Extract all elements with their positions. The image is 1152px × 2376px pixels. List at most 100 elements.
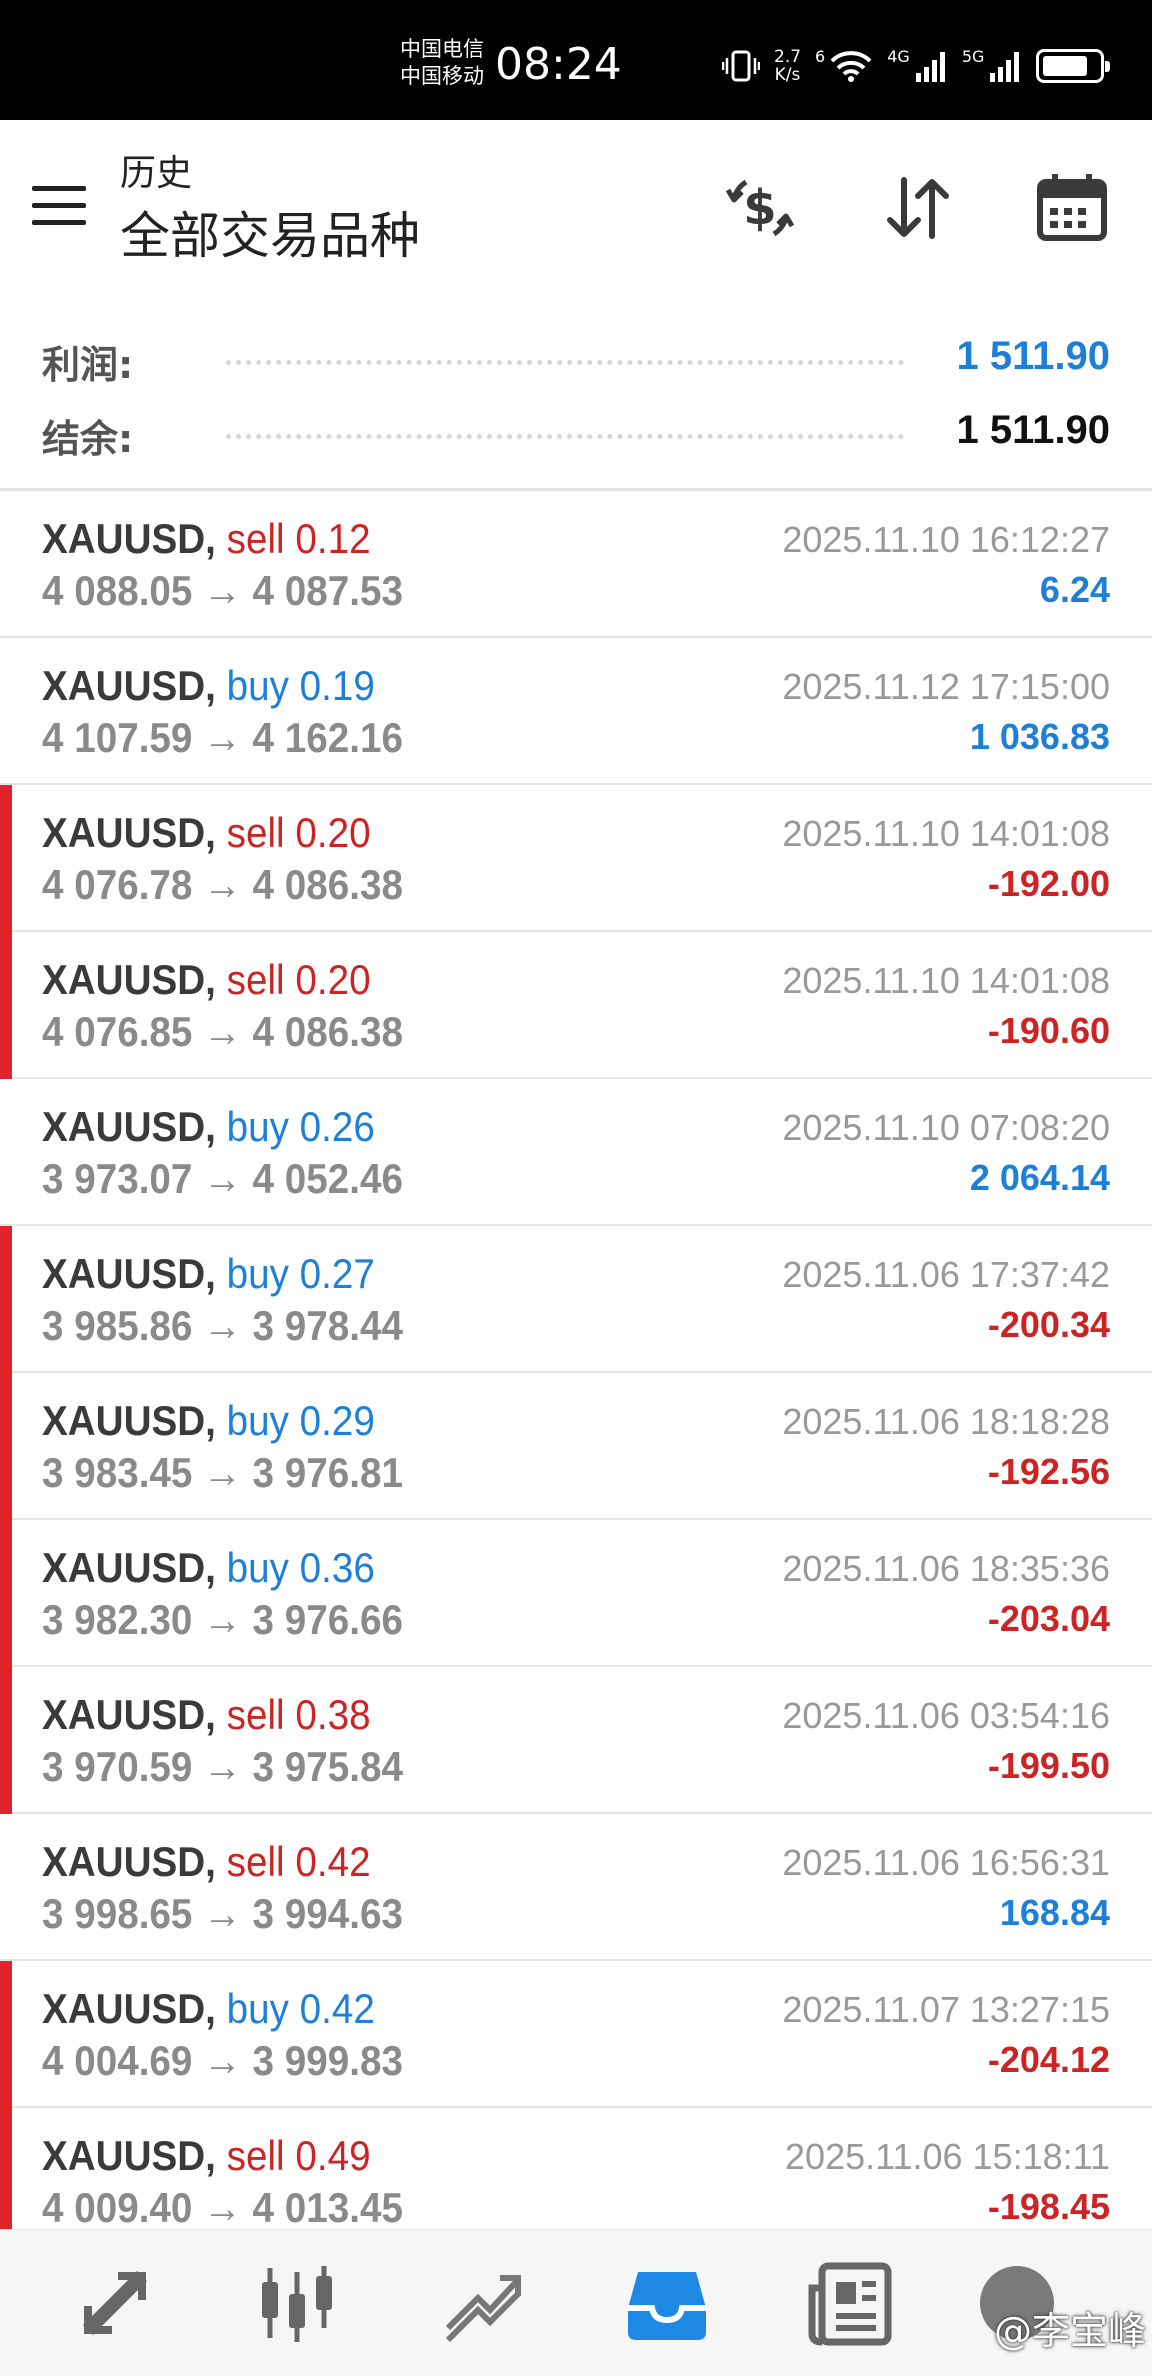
- trade-symbol: XAUUSD,: [42, 1544, 216, 1591]
- loss-marker: [0, 1373, 12, 1520]
- wifi-band-label: 6: [815, 46, 826, 66]
- arrow-icon: →: [203, 861, 242, 908]
- trade-prices: 3 973.07 → 4 052.46: [42, 1155, 403, 1203]
- trade-time: 2025.11.06 15:18:11: [785, 2136, 1110, 2177]
- trade-symbol: XAUUSD,: [42, 1838, 216, 1885]
- battery-icon: [1036, 49, 1111, 83]
- status-bar: 中国电信 中国移动 08:24 2.7 K/s 6 4G 5G: [0, 0, 1152, 120]
- trade-volume: 0.38: [295, 1691, 371, 1738]
- chart-candles-icon[interactable]: [252, 2258, 342, 2348]
- trade-profit: -192.00: [987, 863, 1110, 904]
- page-title[interactable]: 全部交易品种: [120, 196, 420, 268]
- trade-row[interactable]: XAUUSD, buy 0.42 4 004.69 → 3 999.83 202…: [0, 1961, 1152, 2108]
- trade-symbol: XAUUSD,: [42, 515, 216, 562]
- trade-icon[interactable]: [70, 2258, 160, 2348]
- trade-profit: -190.60: [987, 1010, 1110, 1051]
- trade-row[interactable]: XAUUSD, sell 0.42 3 998.65 → 3 994.63 20…: [0, 1814, 1152, 1961]
- trade-volume: 0.29: [299, 1397, 375, 1444]
- trade-side: buy: [226, 1397, 289, 1444]
- trade-prices: 3 982.30 → 3 976.66: [42, 1596, 403, 1644]
- trade-symbol: XAUUSD,: [42, 809, 216, 856]
- trade-row[interactable]: XAUUSD, sell 0.38 3 970.59 → 3 975.84 20…: [0, 1667, 1152, 1814]
- trade-profit: 168.84: [999, 1892, 1110, 1933]
- trade-symbol: XAUUSD,: [42, 956, 216, 1003]
- trade-side: buy: [226, 662, 289, 709]
- trade-side: sell: [226, 809, 285, 856]
- trade-time: 2025.11.10 14:01:08: [782, 960, 1110, 1001]
- network-2-label: 5G: [961, 46, 985, 66]
- trade-row[interactable]: XAUUSD, buy 0.19 4 107.59 → 4 162.16 202…: [0, 638, 1152, 785]
- trade-history-list[interactable]: XAUUSD, sell 0.12 4 088.05 → 4 087.53 20…: [0, 491, 1152, 2229]
- quotes-line-icon[interactable]: [438, 2258, 528, 2348]
- trade-row[interactable]: XAUUSD, sell 0.20 4 076.85 → 4 086.38 20…: [0, 932, 1152, 1079]
- close-price: 3 976.66: [252, 1596, 403, 1643]
- arrow-icon: →: [203, 1155, 242, 1202]
- open-price: 4 009.40: [42, 2184, 193, 2229]
- trade-time: 2025.11.06 03:54:16: [782, 1695, 1110, 1736]
- loss-marker: [0, 1226, 12, 1373]
- status-indicators: 2.7 K/s 6 4G 5G: [722, 44, 1111, 88]
- clock: 08:24: [495, 39, 622, 90]
- open-price: 4 076.78: [42, 861, 193, 908]
- balance-row: 结余: 1 511.90: [0, 394, 1152, 464]
- carrier-labels: 中国电信 中国移动: [400, 36, 484, 90]
- trade-profit: -199.50: [987, 1745, 1110, 1786]
- signal-icon-1: [915, 52, 945, 82]
- close-price: 4 086.38: [252, 861, 403, 908]
- trade-prices: 4 076.85 → 4 086.38: [42, 1008, 403, 1056]
- trade-side: buy: [226, 1103, 289, 1150]
- trade-profit: 2 064.14: [969, 1157, 1110, 1198]
- trade-row[interactable]: XAUUSD, sell 0.49 4 009.40 → 4 013.45 20…: [0, 2108, 1152, 2229]
- battery-level: [1043, 56, 1087, 76]
- news-icon[interactable]: [808, 2258, 898, 2348]
- trade-profit: 1 036.83: [969, 716, 1110, 757]
- arrow-icon: →: [203, 714, 242, 761]
- loss-marker: [0, 932, 12, 1079]
- profit-value: 1 511.90: [956, 334, 1111, 378]
- trade-symbol: XAUUSD,: [42, 662, 216, 709]
- menu-icon[interactable]: [32, 186, 86, 226]
- loss-marker: [0, 2108, 12, 2229]
- trade-profit: -192.56: [987, 1451, 1110, 1492]
- trade-symbol: XAUUSD,: [42, 1985, 216, 2032]
- calendar-icon[interactable]: [1032, 168, 1112, 248]
- trade-row[interactable]: XAUUSD, buy 0.26 3 973.07 → 4 052.46 202…: [0, 1079, 1152, 1226]
- trade-prices: 3 970.59 → 3 975.84: [42, 1743, 403, 1791]
- trade-row[interactable]: XAUUSD, buy 0.27 3 985.86 → 3 978.44 202…: [0, 1226, 1152, 1373]
- sort-icon[interactable]: [878, 168, 958, 248]
- trade-symbol-line: XAUUSD, sell 0.49: [42, 2132, 371, 2180]
- arrow-icon: →: [203, 1008, 242, 1055]
- arrow-icon: →: [203, 1302, 242, 1349]
- trade-symbol-line: XAUUSD, sell 0.12: [42, 515, 371, 563]
- dotted-leader: [226, 434, 904, 439]
- trade-prices: 4 088.05 → 4 087.53: [42, 567, 403, 615]
- balance-label: 结余:: [42, 417, 134, 461]
- close-price: 4 162.16: [252, 714, 403, 761]
- history-inbox-icon[interactable]: [622, 2258, 712, 2348]
- trade-row[interactable]: XAUUSD, sell 0.20 4 076.78 → 4 086.38 20…: [0, 785, 1152, 932]
- trade-symbol-line: XAUUSD, sell 0.20: [42, 956, 371, 1004]
- network-1-label: 4G: [887, 46, 910, 66]
- trade-time: 2025.11.06 16:56:31: [782, 1842, 1110, 1883]
- speed-value: 2.7: [774, 47, 802, 67]
- trade-time: 2025.11.10 16:12:27: [782, 519, 1110, 560]
- trade-time: 2025.11.06 18:35:36: [782, 1548, 1110, 1589]
- trade-row[interactable]: XAUUSD, buy 0.36 3 982.30 → 3 976.66 202…: [0, 1520, 1152, 1667]
- vibrate-icon: [722, 50, 760, 82]
- arrow-icon: →: [203, 1596, 242, 1643]
- trade-row[interactable]: XAUUSD, buy 0.29 3 983.45 → 3 976.81 202…: [0, 1373, 1152, 1520]
- trade-row[interactable]: XAUUSD, sell 0.12 4 088.05 → 4 087.53 20…: [0, 491, 1152, 638]
- trade-side: buy: [226, 1544, 289, 1591]
- open-price: 3 973.07: [42, 1155, 193, 1202]
- trade-profit: 6.24: [1039, 569, 1110, 610]
- currency-exchange-icon[interactable]: $: [720, 168, 800, 248]
- trade-volume: 0.20: [295, 809, 371, 856]
- speed-unit: K/s: [774, 65, 801, 85]
- watermark: @李宝峰: [993, 2309, 1146, 2353]
- trade-side: sell: [226, 1691, 285, 1738]
- trade-symbol-line: XAUUSD, buy 0.36: [42, 1544, 375, 1592]
- close-price: 4 086.38: [252, 1008, 403, 1055]
- balance-value: 1 511.90: [956, 408, 1111, 452]
- arrow-icon: →: [203, 1449, 242, 1496]
- trade-side: sell: [226, 1838, 285, 1885]
